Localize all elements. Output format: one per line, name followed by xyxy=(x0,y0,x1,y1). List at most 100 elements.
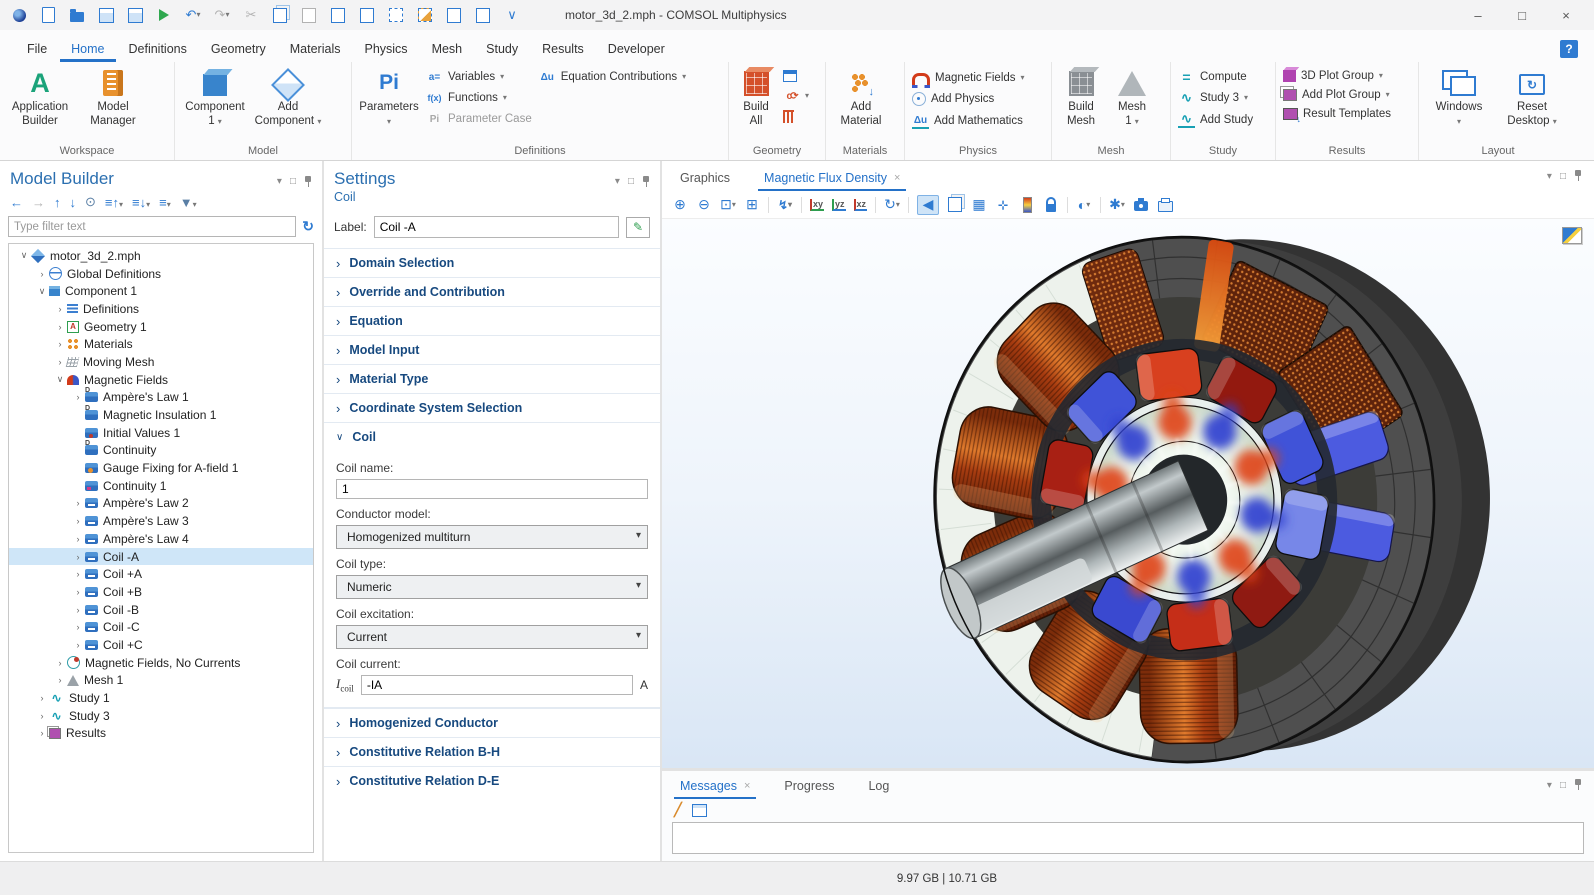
transparency-icon[interactable] xyxy=(947,196,963,214)
view-xy-icon[interactable]: xy xyxy=(810,199,824,211)
menu-results[interactable]: Results xyxy=(531,35,595,62)
zoom-box-icon[interactable]: ⊡▾ xyxy=(720,196,736,214)
add-material-button[interactable]: AddMaterial xyxy=(830,65,892,129)
undo-icon[interactable]: ↶▾ xyxy=(184,6,202,24)
tree-item[interactable]: Continuity 1 xyxy=(9,477,313,495)
settings-section-header[interactable]: Homogenized Conductor xyxy=(324,708,660,737)
virtual-operations-button[interactable] xyxy=(780,110,812,123)
save-icon[interactable] xyxy=(97,6,115,24)
tree-expander-icon[interactable]: › xyxy=(53,658,67,668)
collapse-all-icon[interactable]: ≡↑▾ xyxy=(105,195,123,210)
graphics-canvas[interactable] xyxy=(662,219,1594,768)
qat-more-icon[interactable]: ∨ xyxy=(503,6,521,24)
panel-menu-icon[interactable]: ▾ xyxy=(1547,780,1552,791)
menu-geometry[interactable]: Geometry xyxy=(200,35,277,62)
tab-close-icon[interactable]: × xyxy=(744,780,750,792)
settings-section-header[interactable]: Constitutive Relation B-H xyxy=(324,737,660,766)
tree-item[interactable]: Initial Values 1 xyxy=(9,424,313,442)
tree-item[interactable]: › Coil -A xyxy=(9,548,313,566)
tree-item[interactable]: ∨ motor_3d_2.mph xyxy=(9,247,313,265)
tree-item[interactable]: › Study 3 xyxy=(9,707,313,725)
panel-menu-icon[interactable]: ▾ xyxy=(1547,171,1552,182)
menu-physics[interactable]: Physics xyxy=(353,35,418,62)
show-axes-icon[interactable]: ⊹ xyxy=(995,196,1011,214)
go-to-view-icon[interactable]: ↯▾ xyxy=(777,196,793,214)
tree-item[interactable]: › Ampère's Law 2 xyxy=(9,495,313,513)
functions-button[interactable]: Functions ▾ xyxy=(423,91,535,105)
build-all-button[interactable]: BuildAll xyxy=(733,65,779,129)
3d-plot-group-button[interactable]: 3D Plot Group ▾ xyxy=(1280,70,1394,82)
add-physics-button[interactable]: Add Physics xyxy=(909,92,1028,106)
parameters-button[interactable]: Parameters▾ xyxy=(356,65,422,129)
redo-icon[interactable]: ↷▾ xyxy=(213,6,231,24)
settings-section-header[interactable]: Constitutive Relation D-E xyxy=(324,766,660,795)
tree-expander-icon[interactable]: › xyxy=(53,304,67,314)
tree-item[interactable]: › Coil -C xyxy=(9,618,313,636)
print-icon[interactable] xyxy=(1157,196,1173,214)
tree-item[interactable]: › Coil +A xyxy=(9,565,313,583)
add-component-button[interactable]: AddComponent ▾ xyxy=(252,65,324,129)
menu-mesh[interactable]: Mesh xyxy=(421,35,474,62)
tree-item[interactable]: › Ampère's Law 4 xyxy=(9,530,313,548)
open-file-icon[interactable] xyxy=(68,6,86,24)
tab-close-icon[interactable]: × xyxy=(894,172,900,184)
coil-label-input[interactable] xyxy=(374,216,619,238)
parameter-case-button[interactable]: Parameter Case xyxy=(423,112,535,126)
zoom-in-icon[interactable]: ⊕ xyxy=(672,196,688,214)
coil-current-input[interactable] xyxy=(361,675,633,695)
application-builder-button[interactable]: A ApplicationBuilder xyxy=(4,65,76,129)
tree-expander-icon[interactable]: › xyxy=(35,728,49,738)
forward-icon[interactable]: → xyxy=(32,195,45,210)
copy-icon[interactable] xyxy=(271,6,289,24)
add-study-button[interactable]: Add Study xyxy=(1175,112,1256,128)
tree-filter-input[interactable] xyxy=(8,216,296,237)
build-mesh-button[interactable]: BuildMesh xyxy=(1056,65,1106,129)
add-plot-group-button[interactable]: Add Plot Group ▾ xyxy=(1280,89,1394,101)
tree-expander-icon[interactable]: › xyxy=(71,569,85,579)
tree-item[interactable]: › Global Definitions xyxy=(9,265,313,283)
tree-expander-icon[interactable]: ∨ xyxy=(17,250,31,261)
environment-icon[interactable]: ✱▾ xyxy=(1109,196,1125,214)
zoom-extents-icon[interactable]: ⊞ xyxy=(744,196,760,214)
scene-light-icon[interactable]: ◀ xyxy=(917,195,939,215)
appearance-icon[interactable]: ◐▾ xyxy=(1076,196,1092,214)
panel-pin-icon[interactable] xyxy=(304,176,312,188)
panel-float-icon[interactable]: □ xyxy=(628,176,634,187)
tree-item[interactable]: ∨ Magnetic Fields xyxy=(9,371,313,389)
menu-developer[interactable]: Developer xyxy=(597,35,676,62)
settings-section-header[interactable]: Domain Selection xyxy=(324,248,660,277)
new-file-icon[interactable] xyxy=(39,6,57,24)
study-3-button[interactable]: Study 3 ▾ xyxy=(1175,91,1256,105)
panel-float-icon[interactable]: □ xyxy=(1560,780,1566,791)
duplicate-icon[interactable] xyxy=(329,6,347,24)
tree-expander-icon[interactable]: › xyxy=(71,552,85,562)
delete-icon[interactable] xyxy=(358,6,376,24)
panel-float-icon[interactable]: □ xyxy=(1560,171,1566,182)
tree-item[interactable]: Magnetic Insulation 1 xyxy=(9,406,313,424)
color-legend-icon[interactable] xyxy=(1019,196,1035,214)
tree-item[interactable]: › Moving Mesh xyxy=(9,353,313,371)
conductor-model-select[interactable]: Homogenized multiturn xyxy=(336,525,648,549)
run-icon[interactable] xyxy=(155,6,173,24)
coil-section-header[interactable]: Coil xyxy=(324,422,660,451)
motor-3d-view[interactable] xyxy=(662,219,1594,768)
snapshot-icon[interactable] xyxy=(1133,196,1149,214)
result-templates-button[interactable]: Result Templates xyxy=(1280,108,1394,120)
tree-expander-icon[interactable]: › xyxy=(71,605,85,615)
lock-camera-icon[interactable] xyxy=(1043,196,1059,214)
tree-expander-icon[interactable]: › xyxy=(71,587,85,597)
add-mathematics-button[interactable]: Add Mathematics xyxy=(909,113,1028,129)
tree-item[interactable]: › Geometry 1 xyxy=(9,318,313,336)
tab-log[interactable]: Log xyxy=(862,772,895,799)
tree-item[interactable]: › Coil -B xyxy=(9,601,313,619)
panel-float-icon[interactable]: □ xyxy=(290,176,296,187)
panel-pin-icon[interactable] xyxy=(1574,779,1582,791)
tree-item[interactable]: Continuity xyxy=(9,442,313,460)
help-icon[interactable]: ? xyxy=(1560,40,1578,58)
tree-expander-icon[interactable]: › xyxy=(53,339,67,349)
select-box-icon[interactable] xyxy=(387,6,405,24)
tab-magnetic-flux-density[interactable]: Magnetic Flux Density× xyxy=(758,164,906,191)
tree-expander-icon[interactable]: › xyxy=(53,322,67,332)
settings-section-header[interactable]: Override and Contribution xyxy=(324,277,660,306)
message-table-icon[interactable] xyxy=(692,804,707,817)
